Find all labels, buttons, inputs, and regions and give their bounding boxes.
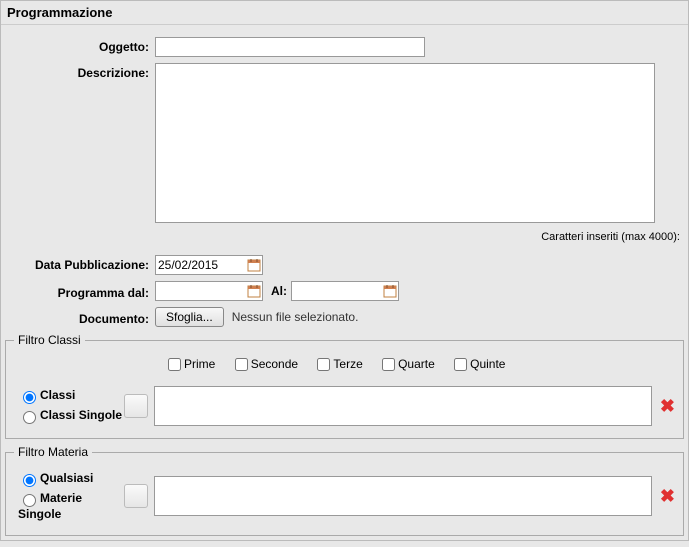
descrizione-label: Descrizione: [5,63,155,80]
sfoglia-button[interactable]: Sfoglia... [155,307,224,327]
radio-qualsiasi-input[interactable] [23,474,36,487]
row-data-pubblicazione: Data Pubblicazione: [5,255,684,275]
calendar-icon[interactable] [246,257,262,273]
calendar-icon[interactable] [246,283,262,299]
filtro-classi-legend: Filtro Classi [14,333,85,347]
calendar-icon[interactable] [382,283,398,299]
radio-materie-singole-input[interactable] [23,494,36,507]
grade-checkbox-row: Prime Seconde Terze Quarte Quinte [164,355,675,374]
row-oggetto: Oggetto: [5,37,684,57]
radio-classi-singole-input[interactable] [23,411,36,424]
pick-classi-button[interactable] [124,394,148,418]
programma-dal-label: Programma dal: [5,283,155,300]
panel-title: Programmazione [1,1,688,25]
filtro-classi-fieldset: Filtro Classi Prime Seconde Terze Quarte… [5,333,684,439]
radio-qualsiasi[interactable]: Qualsiasi [18,471,124,487]
pick-materie-button[interactable] [124,484,148,508]
radio-classi-singole[interactable]: Classi Singole [18,408,124,424]
filtro-materia-legend: Filtro Materia [14,445,92,459]
radio-classi-input[interactable] [23,391,36,404]
check-quarte[interactable]: Quarte [378,357,435,371]
al-label: Al: [263,284,291,298]
file-status-text: Nessun file selezionato. [232,310,359,324]
data-pubblicazione-input[interactable] [156,256,246,274]
check-terze[interactable]: Terze [313,357,362,371]
check-quinte[interactable]: Quinte [450,357,505,371]
check-terze-input[interactable] [317,358,330,371]
row-programma-dal: Programma dal: Al: [5,281,684,301]
radio-materie-singole[interactable]: Materie Singole [18,491,124,521]
char-counter: Caratteri inseriti (max 4000): [5,229,684,249]
data-pubblicazione-label: Data Pubblicazione: [5,255,155,272]
al-input[interactable] [292,282,382,300]
data-pubblicazione-field[interactable] [155,255,263,275]
descrizione-textarea[interactable] [155,63,655,223]
row-descrizione: Descrizione: [5,63,684,223]
classi-list[interactable] [154,386,652,426]
materie-list[interactable] [154,476,652,516]
programma-dal-input[interactable] [156,282,246,300]
programma-dal-field[interactable] [155,281,263,301]
delete-icon[interactable]: ✖ [660,486,675,507]
documento-label: Documento: [5,309,155,326]
check-prime[interactable]: Prime [164,357,215,371]
check-quarte-input[interactable] [382,358,395,371]
oggetto-label: Oggetto: [5,37,155,54]
oggetto-input[interactable] [155,37,425,57]
radio-classi[interactable]: Classi [18,388,124,404]
delete-icon[interactable]: ✖ [660,396,675,417]
filtro-classi-body: Classi Classi Singole ✖ [14,384,675,428]
check-prime-input[interactable] [168,358,181,371]
check-seconde-input[interactable] [235,358,248,371]
materia-radio-group: Qualsiasi Materie Singole [14,467,124,525]
row-documento: Documento: Sfoglia... Nessun file selezi… [5,307,684,327]
filtro-materia-body: Qualsiasi Materie Singole ✖ [14,467,675,525]
programmazione-panel: Programmazione Oggetto: Descrizione: Car… [0,0,689,541]
check-seconde[interactable]: Seconde [231,357,298,371]
al-field[interactable] [291,281,399,301]
classi-radio-group: Classi Classi Singole [14,384,124,428]
check-quinte-input[interactable] [454,358,467,371]
filtro-materia-fieldset: Filtro Materia Qualsiasi Materie Singole… [5,445,684,536]
